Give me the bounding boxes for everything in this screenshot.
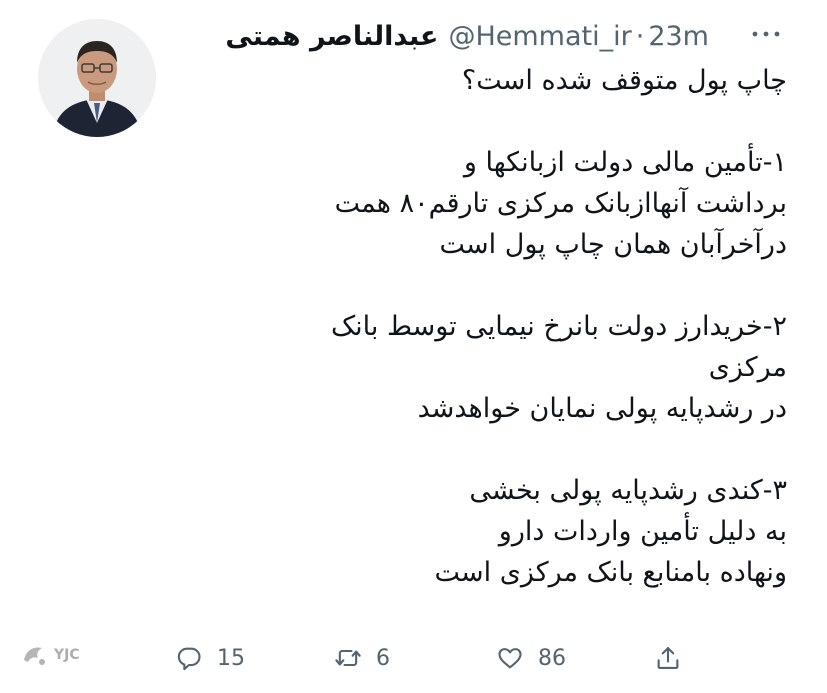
reply-icon: [177, 647, 201, 671]
retweet-count: 6: [376, 645, 390, 671]
tweet-line: درآخرآبان همان چاپ پول است: [439, 229, 787, 260]
tweet-line: ۱-تأمین مالی دولت ازبانکها و: [463, 147, 787, 178]
more-horizontal-icon: [752, 31, 780, 37]
reply-count: 15: [217, 645, 245, 671]
like-count: 86: [538, 645, 566, 671]
tweet-line: در رشدپایه پولی نمایان خواهدشد: [417, 393, 787, 424]
tweet-header: عبدالناصر همتی @Hemmati_ir · 23m: [225, 14, 709, 58]
tweet-line: ۲-خریدارز دولت بانرخ نیمایی توسط بانک: [330, 311, 787, 342]
tweet-actions: 15 6 86: [0, 630, 827, 686]
meta-separator: ·: [635, 20, 645, 52]
tweet-timestamp[interactable]: 23m: [648, 21, 709, 52]
more-button[interactable]: [749, 22, 783, 46]
author-display-name[interactable]: عبدالناصر همتی: [225, 21, 438, 52]
tweet-text: چاپ پول متوقف شده است؟ ۱-تأمین مالی دولت…: [187, 60, 787, 593]
retweet-button[interactable]: 6: [334, 640, 390, 676]
tweet-line: برداشت آنهاازبانک مرکزی تارقم۸۰ همت: [334, 188, 787, 219]
tweet-line: چاپ پول متوقف شده است؟: [461, 65, 787, 96]
tweet-line: ونهاده بامنابع بانک مرکزی است: [434, 557, 788, 588]
tweet-line: مرکزی: [708, 352, 787, 383]
avatar[interactable]: [38, 19, 156, 137]
tweet-line: به دلیل تأمین واردات دارو: [498, 516, 787, 547]
heart-icon: [498, 648, 522, 669]
reply-button[interactable]: 15: [175, 640, 245, 676]
share-button[interactable]: [654, 640, 682, 676]
author-handle[interactable]: @Hemmati_ir: [448, 21, 631, 52]
like-button[interactable]: 86: [496, 640, 566, 676]
avatar-photo: [38, 19, 156, 137]
share-icon: [657, 647, 679, 669]
tweet-card: عبدالناصر همتی @Hemmati_ir · 23m چاپ پول…: [0, 0, 827, 693]
retweet-icon: [335, 649, 361, 667]
tweet-line: ۳-کندی رشدپایه پولی بخشی: [469, 475, 787, 506]
